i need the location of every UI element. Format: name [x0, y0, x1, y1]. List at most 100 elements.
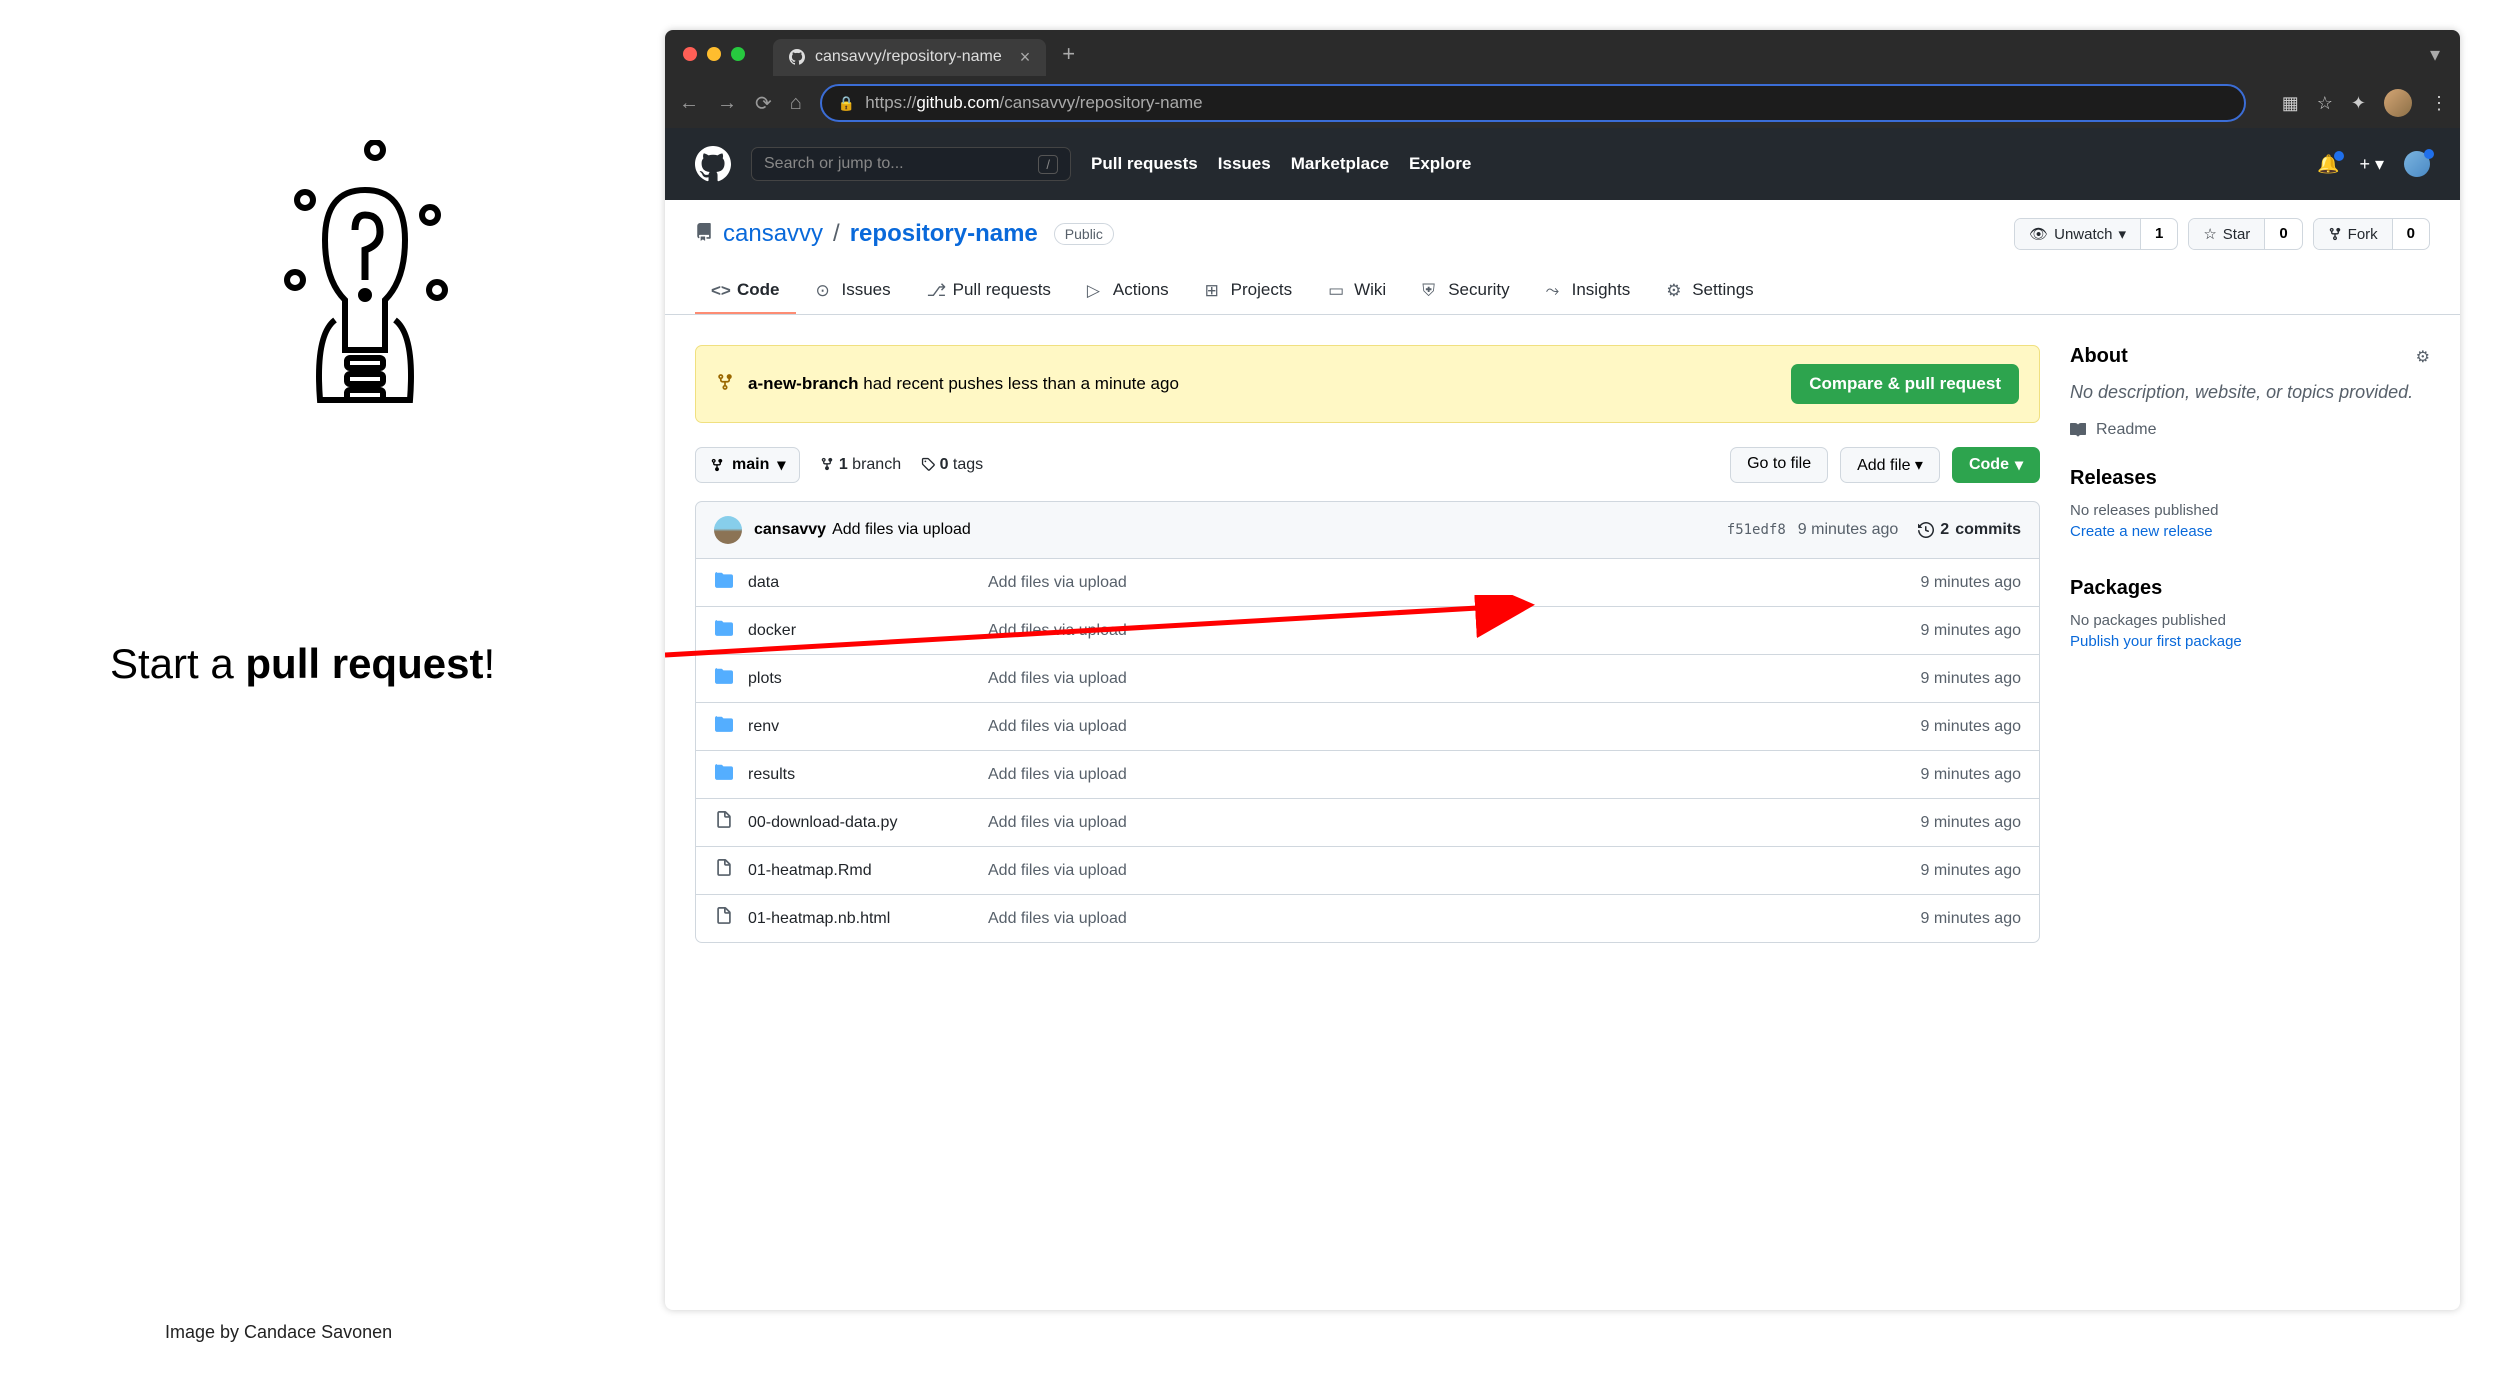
- maximize-window-button[interactable]: [731, 47, 745, 61]
- file-commit-msg[interactable]: Add files via upload: [988, 622, 1920, 640]
- commit-avatar[interactable]: [714, 516, 742, 544]
- commit-hash[interactable]: f51edf8: [1727, 522, 1786, 538]
- about-heading: About: [2070, 345, 2128, 368]
- lock-icon: 🔒: [838, 95, 855, 112]
- readme-link[interactable]: Readme: [2070, 421, 2430, 439]
- commit-message[interactable]: Add files via upload: [832, 521, 971, 539]
- file-row[interactable]: renvAdd files via upload9 minutes ago: [696, 702, 2039, 750]
- file-commit-msg[interactable]: Add files via upload: [988, 574, 1920, 592]
- minimize-window-button[interactable]: [707, 47, 721, 61]
- repo-title: cansavvy / repository-name Public: [695, 220, 1114, 248]
- fork-button[interactable]: Fork0: [2313, 218, 2430, 250]
- traffic-lights: [683, 47, 745, 61]
- browser-window: cansavvy/repository-name × + ▾ ← → ⟳ ⌂ 🔒…: [665, 30, 2460, 1310]
- url-prefix: https://: [865, 93, 916, 113]
- releases-heading: Releases: [2070, 467, 2430, 490]
- notifications-bell-icon[interactable]: 🔔: [2317, 154, 2339, 175]
- publish-package-link[interactable]: Publish your first package: [2070, 633, 2242, 650]
- forward-button[interactable]: →: [717, 92, 737, 115]
- github-logo-icon[interactable]: [695, 146, 731, 182]
- folder-icon: [714, 667, 734, 690]
- file-time: 9 minutes ago: [1920, 766, 2021, 784]
- tab-code[interactable]: <>Code: [695, 268, 796, 314]
- new-tab-button[interactable]: +: [1062, 41, 1075, 67]
- file-row[interactable]: resultsAdd files via upload9 minutes ago: [696, 750, 2039, 798]
- tab-insights[interactable]: ⤳Insights: [1530, 268, 1647, 314]
- slide-caption: Start a pull request!: [110, 640, 495, 688]
- folder-icon: [714, 715, 734, 738]
- file-row[interactable]: dataAdd files via upload9 minutes ago: [696, 559, 2039, 606]
- branch-count[interactable]: 1 branch: [820, 456, 901, 474]
- file-commit-msg[interactable]: Add files via upload: [988, 862, 1920, 880]
- star-button[interactable]: ☆ Star0: [2188, 218, 2302, 250]
- extensions-icon[interactable]: ✦: [2351, 93, 2366, 114]
- tab-pull-requests[interactable]: ⎇Pull requests: [911, 268, 1067, 314]
- settings-gear-icon[interactable]: ⚙: [2416, 347, 2430, 367]
- unwatch-button[interactable]: 👁 Unwatch ▾1: [2014, 218, 2178, 250]
- browser-tab[interactable]: cansavvy/repository-name ×: [773, 39, 1046, 76]
- browser-menu-icon[interactable]: ⋮: [2430, 93, 2446, 114]
- file-commit-msg[interactable]: Add files via upload: [988, 670, 1920, 688]
- about-description: No description, website, or topics provi…: [2070, 382, 2430, 403]
- nav-explore[interactable]: Explore: [1409, 154, 1471, 174]
- branch-icon: [716, 373, 734, 396]
- file-commit-msg[interactable]: Add files via upload: [988, 718, 1920, 736]
- nav-pull-requests[interactable]: Pull requests: [1091, 154, 1198, 174]
- repo-icon: [695, 220, 713, 248]
- file-name[interactable]: plots: [748, 670, 988, 688]
- nav-marketplace[interactable]: Marketplace: [1291, 154, 1389, 174]
- file-name[interactable]: results: [748, 766, 988, 784]
- code-button[interactable]: Code ▾: [1952, 447, 2040, 483]
- add-file-dropdown[interactable]: Add file ▾: [1840, 447, 1940, 483]
- file-time: 9 minutes ago: [1920, 670, 2021, 688]
- file-toolbar: main ▾ 1 branch 0 tags Go to file Add fi…: [695, 447, 2040, 483]
- star-icon[interactable]: ☆: [2317, 93, 2333, 114]
- go-to-file-button[interactable]: Go to file: [1730, 447, 1828, 483]
- file-name[interactable]: 01-heatmap.Rmd: [748, 862, 988, 880]
- url-bar-row: ← → ⟳ ⌂ 🔒 https://github.com/cansavvy/re…: [665, 78, 2460, 128]
- close-window-button[interactable]: [683, 47, 697, 61]
- file-name[interactable]: data: [748, 574, 988, 592]
- url-bar[interactable]: 🔒 https://github.com/cansavvy/repository…: [820, 84, 2246, 122]
- tab-settings[interactable]: ⚙Settings: [1650, 268, 1769, 314]
- file-row[interactable]: dockerAdd files via upload9 minutes ago: [696, 606, 2039, 654]
- repo-name-link[interactable]: repository-name: [850, 220, 1038, 248]
- file-row[interactable]: plotsAdd files via upload9 minutes ago: [696, 654, 2039, 702]
- home-button[interactable]: ⌂: [790, 92, 802, 115]
- file-name[interactable]: renv: [748, 718, 988, 736]
- tab-issues[interactable]: ⊙Issues: [800, 268, 907, 314]
- tab-security[interactable]: ⛨Security: [1406, 268, 1525, 314]
- folder-icon: [714, 571, 734, 594]
- reload-button[interactable]: ⟳: [755, 91, 772, 116]
- profile-avatar[interactable]: [2384, 89, 2412, 117]
- file-name[interactable]: docker: [748, 622, 988, 640]
- banner-text: a-new-branch had recent pushes less than…: [748, 374, 1179, 394]
- nav-issues[interactable]: Issues: [1218, 154, 1271, 174]
- file-commit-msg[interactable]: Add files via upload: [988, 910, 1920, 928]
- tab-projects[interactable]: ⊞Projects: [1189, 268, 1308, 314]
- commit-user[interactable]: cansavvy: [754, 521, 826, 539]
- tab-actions[interactable]: ▷Actions: [1071, 268, 1185, 314]
- back-button[interactable]: ←: [679, 92, 699, 115]
- qr-icon[interactable]: ▦: [2282, 93, 2299, 114]
- tab-overflow-icon[interactable]: ▾: [2430, 42, 2440, 67]
- create-release-link[interactable]: Create a new release: [2070, 523, 2213, 540]
- file-commit-msg[interactable]: Add files via upload: [988, 766, 1920, 784]
- repo-owner-link[interactable]: cansavvy: [723, 220, 823, 248]
- github-search-input[interactable]: Search or jump to... /: [751, 147, 1071, 181]
- user-avatar[interactable]: [2404, 151, 2430, 177]
- tab-wiki[interactable]: ▭Wiki: [1312, 268, 1402, 314]
- commits-link[interactable]: 2 commits: [1918, 521, 2021, 539]
- compare-pull-request-button[interactable]: Compare & pull request: [1791, 364, 2019, 404]
- branch-selector[interactable]: main ▾: [695, 447, 800, 483]
- file-row[interactable]: 00-download-data.pyAdd files via upload9…: [696, 798, 2039, 846]
- file-name[interactable]: 01-heatmap.nb.html: [748, 910, 988, 928]
- file-commit-msg[interactable]: Add files via upload: [988, 814, 1920, 832]
- tag-count[interactable]: 0 tags: [921, 456, 983, 474]
- file-row[interactable]: 01-heatmap.RmdAdd files via upload9 minu…: [696, 846, 2039, 894]
- file-row[interactable]: 01-heatmap.nb.htmlAdd files via upload9 …: [696, 894, 2039, 942]
- lightbulb-illustration: [265, 140, 465, 465]
- create-new-dropdown[interactable]: + ▾: [2359, 154, 2384, 175]
- file-name[interactable]: 00-download-data.py: [748, 814, 988, 832]
- tab-close-icon[interactable]: ×: [1020, 47, 1031, 68]
